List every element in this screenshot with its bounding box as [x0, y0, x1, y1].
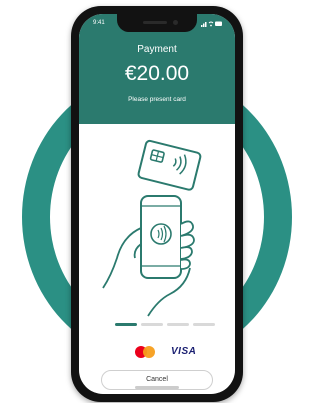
card-icon [137, 139, 202, 191]
front-camera [173, 20, 178, 25]
payment-amount: €20.00 [124, 62, 190, 85]
speaker-slot [143, 21, 167, 24]
tap-to-pay-illustration-icon [102, 139, 202, 317]
payment-header: 9:41 Payment €20.00 Please present card [79, 14, 235, 124]
visa-logo: VISA [171, 346, 197, 357]
instruction-text: Please present card [128, 96, 186, 103]
phone-frame: 9:41 Payment €20.00 Please present card [71, 6, 243, 402]
hand-holding-phone-icon [102, 195, 195, 317]
step-progress-indicator [115, 323, 215, 326]
signal-wifi-battery-icon [201, 21, 222, 27]
progress-step [193, 323, 215, 326]
status-icons [201, 20, 223, 29]
phone-screen: 9:41 Payment €20.00 Please present card [79, 14, 235, 394]
progress-step-active [115, 323, 137, 326]
phone-notch [117, 14, 197, 32]
status-time: 9:41 [93, 20, 105, 26]
home-indicator [135, 386, 179, 389]
progress-step [141, 323, 163, 326]
accepted-card-brands: VISA [79, 345, 235, 359]
progress-step [167, 323, 189, 326]
mastercard-logo-icon [135, 345, 157, 359]
page-title: Payment [137, 44, 177, 55]
